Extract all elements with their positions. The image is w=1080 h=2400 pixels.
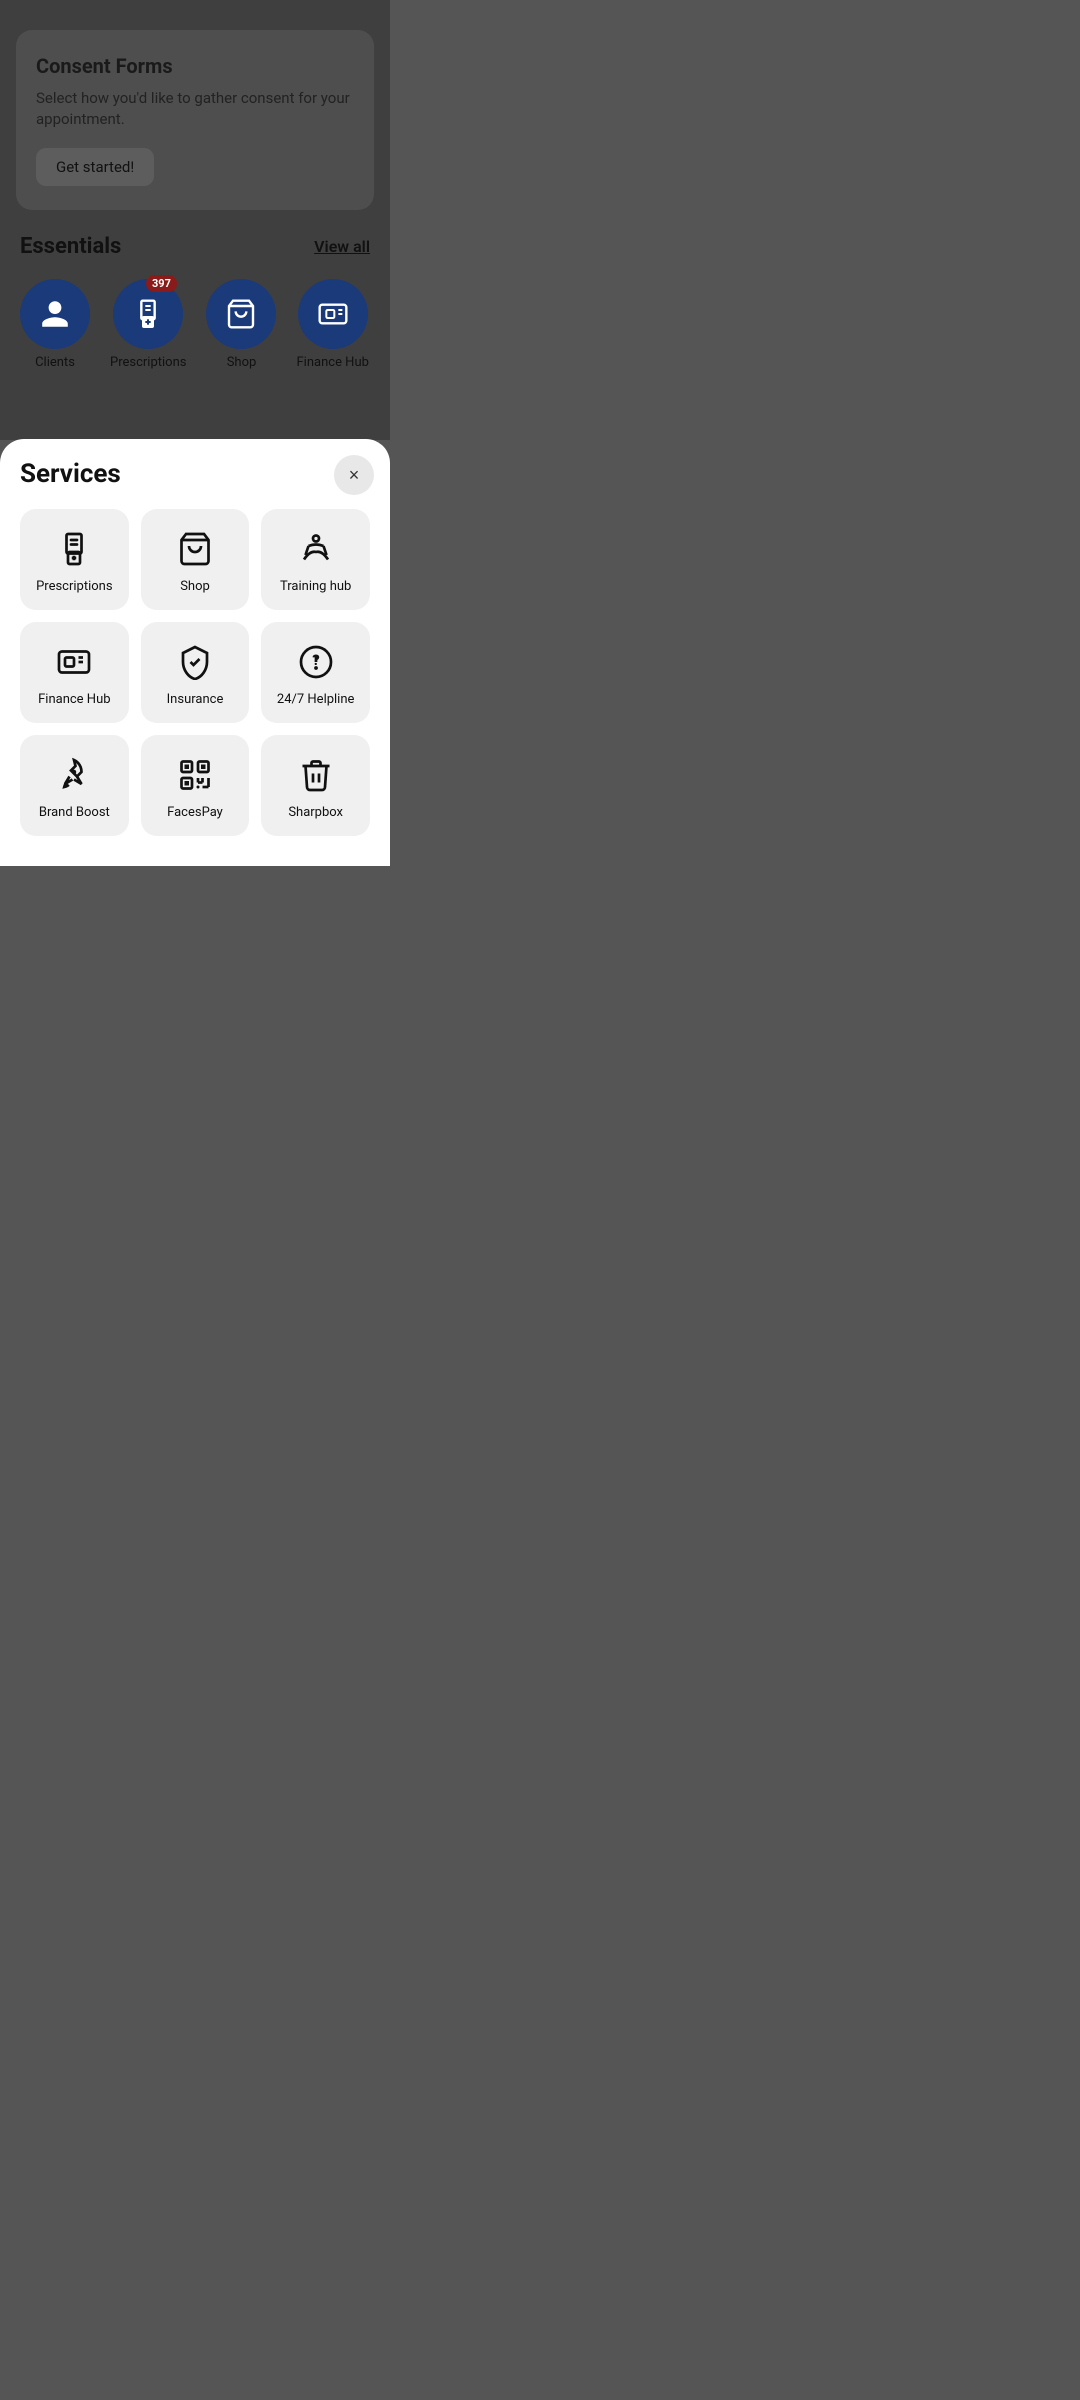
faces-pay-label: FacesPay (167, 805, 223, 820)
modal-title: Services (20, 459, 370, 489)
training-service-svg (298, 531, 334, 567)
insurance-service-svg (177, 644, 213, 680)
brand-boost-label: Brand Boost (39, 805, 110, 820)
svg-text:?: ? (312, 651, 319, 669)
service-finance-hub[interactable]: Finance Hub (20, 622, 129, 723)
qr-service-svg (177, 757, 213, 793)
finance-service-icon (54, 642, 94, 682)
finance-hub-label: Finance Hub (38, 692, 110, 707)
service-helpline[interactable]: ? 24/7 Helpline (261, 622, 370, 723)
helpline-service-svg: ? (298, 644, 334, 680)
shop-service-svg (177, 531, 213, 567)
faces-pay-service-icon (175, 755, 215, 795)
helpline-service-icon: ? (296, 642, 336, 682)
prescription-service-svg (56, 531, 92, 567)
service-prescriptions[interactable]: Prescriptions (20, 509, 129, 610)
sharpbox-service-icon (296, 755, 336, 795)
prescriptions-service-label: Prescriptions (36, 579, 112, 594)
helpline-label: 24/7 Helpline (277, 692, 355, 707)
training-hub-label: Training hub (280, 579, 351, 594)
insurance-service-icon (175, 642, 215, 682)
finance-service-svg (56, 644, 92, 680)
service-shop[interactable]: Shop (141, 509, 250, 610)
service-training-hub[interactable]: Training hub (261, 509, 370, 610)
service-sharpbox[interactable]: Sharpbox (261, 735, 370, 836)
shop-service-label: Shop (180, 579, 210, 594)
services-modal: × Services Prescriptions (0, 439, 390, 866)
bin-service-svg (298, 757, 334, 793)
modal-close-button[interactable]: × (334, 455, 374, 495)
rocket-service-svg (56, 757, 92, 793)
service-brand-boost[interactable]: Brand Boost (20, 735, 129, 836)
shop-service-icon (175, 529, 215, 569)
brand-boost-service-icon (54, 755, 94, 795)
services-grid: Prescriptions Shop (20, 509, 370, 836)
prescriptions-service-icon (54, 529, 94, 569)
service-faces-pay[interactable]: FacesPay (141, 735, 250, 836)
modal-overlay: × Services Prescriptions (0, 0, 390, 866)
insurance-label: Insurance (167, 692, 224, 707)
service-insurance[interactable]: Insurance (141, 622, 250, 723)
training-service-icon (296, 529, 336, 569)
sharpbox-label: Sharpbox (288, 805, 343, 820)
